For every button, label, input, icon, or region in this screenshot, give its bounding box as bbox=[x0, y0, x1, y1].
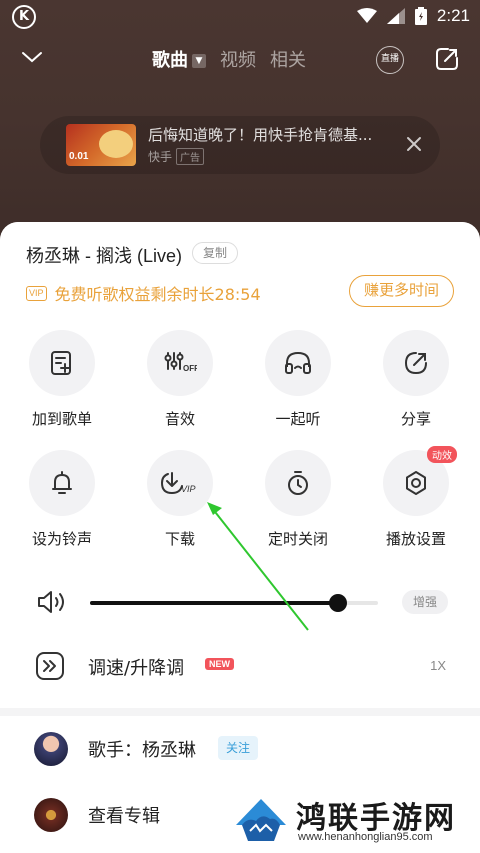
settings-icon bbox=[406, 471, 426, 495]
tab-dropdown-icon[interactable]: ▼ bbox=[192, 54, 206, 68]
singer-label: 歌手：杨丞琳 bbox=[88, 740, 196, 761]
song-options-sheet: 杨丞琳 - 搁浅 (Live) 复制 VIP 免费听歌权益剩余时长28:54 赚… bbox=[0, 222, 480, 853]
action-listen-together[interactable]: 一起听 bbox=[248, 330, 348, 429]
sheet-top-panel: 杨丞琳 - 搁浅 (Live) 复制 VIP 免费听歌权益剩余时长28:54 赚… bbox=[0, 222, 480, 708]
app-notification-icon: K bbox=[12, 5, 36, 29]
volume-slider[interactable] bbox=[90, 594, 378, 612]
speaker-icon bbox=[38, 591, 64, 613]
status-bar: K 2:21 bbox=[0, 0, 480, 34]
player-top-bar: 歌曲 ▼ 视频 相关 直播 bbox=[0, 40, 480, 78]
action-label: 音效 bbox=[164, 410, 195, 428]
listen-together-icon bbox=[285, 351, 311, 374]
tab-related[interactable]: 相关 bbox=[270, 46, 306, 72]
tab-song[interactable]: 歌曲 ▼ bbox=[152, 46, 206, 72]
action-playback-settings[interactable]: 动效 播放设置 bbox=[366, 446, 466, 549]
vip-remaining-text: 免费听歌权益剩余时长28:54 bbox=[54, 285, 261, 304]
volume-knob[interactable] bbox=[328, 594, 347, 612]
action-add-to-playlist[interactable]: 加到歌单 bbox=[12, 330, 112, 429]
svg-text:OFF: OFF bbox=[183, 364, 197, 373]
earn-more-time-button[interactable]: 赚更多时间 bbox=[348, 275, 454, 307]
ad-text: 后悔知道晚了！用快手抢肯德基... bbox=[148, 126, 373, 144]
ad-tag: 广告 bbox=[176, 148, 205, 165]
svg-text:VIP: VIP bbox=[181, 484, 196, 494]
action-label: 设为铃声 bbox=[31, 530, 92, 548]
volume-fill bbox=[90, 601, 338, 605]
timer-icon bbox=[288, 471, 308, 495]
vip-benefit-row: VIP 免费听歌权益剩余时长28:54 bbox=[26, 281, 261, 305]
share-icon bbox=[404, 352, 427, 375]
speed-icon bbox=[36, 652, 64, 680]
dynamic-effect-badge: 动效 bbox=[427, 446, 457, 463]
vip-download-icon: VIP bbox=[160, 472, 196, 495]
copy-button[interactable]: 复制 bbox=[192, 242, 239, 264]
action-label: 定时关闭 bbox=[267, 530, 328, 548]
ad-source: 快手 广告 bbox=[148, 148, 205, 165]
live-button[interactable]: 直播 bbox=[376, 46, 404, 74]
enhance-button[interactable]: 增强 bbox=[402, 590, 449, 614]
collapse-chevron-icon[interactable] bbox=[20, 48, 44, 66]
action-label: 一起听 bbox=[275, 410, 321, 428]
vip-badge: VIP bbox=[26, 285, 47, 301]
ad-food-image bbox=[99, 130, 133, 158]
ad-banner[interactable]: 0.01 后悔知道晚了！用快手抢肯德基... 快手 广告 bbox=[40, 116, 440, 174]
song-title: 杨丞琳 - 搁浅 (Live) bbox=[26, 246, 183, 266]
follow-button[interactable]: 关注 bbox=[218, 736, 259, 760]
battery-icon bbox=[414, 7, 427, 25]
add-to-playlist-icon bbox=[51, 351, 71, 375]
action-sound-effects[interactable]: OFF 音效 bbox=[130, 330, 230, 429]
signal-icon bbox=[386, 8, 405, 24]
ad-thumbnail: 0.01 bbox=[66, 124, 136, 166]
action-label: 分享 bbox=[400, 410, 431, 428]
player-tabs: 歌曲 ▼ 视频 相关 bbox=[152, 46, 306, 72]
bell-icon bbox=[52, 471, 72, 494]
sound-effects-icon: OFF bbox=[164, 352, 197, 373]
new-badge: NEW bbox=[205, 658, 234, 670]
album-cover bbox=[34, 798, 68, 832]
action-label: 下载 bbox=[164, 530, 195, 548]
status-time: 2:21 bbox=[436, 6, 470, 25]
action-label: 播放设置 bbox=[385, 530, 446, 548]
tab-video[interactable]: 视频 bbox=[220, 46, 256, 72]
album-label: 查看专辑 bbox=[88, 806, 160, 827]
watermark: 鸿联手游网 www.henanhonglian95.com bbox=[226, 791, 480, 853]
close-icon[interactable] bbox=[404, 134, 424, 154]
speed-pitch-label: 调速/升降调 bbox=[88, 658, 185, 679]
action-download[interactable]: VIP 下载 bbox=[130, 450, 230, 549]
ad-price: 0.01 bbox=[69, 151, 89, 162]
action-set-ringtone[interactable]: 设为铃声 bbox=[12, 450, 112, 549]
action-timer-close[interactable]: 定时关闭 bbox=[248, 450, 348, 549]
volume-row: 增强 bbox=[0, 584, 480, 620]
speed-pitch-row[interactable]: 调速/升降调 NEW 1X bbox=[0, 648, 480, 684]
speed-value: 1X bbox=[430, 658, 446, 673]
action-share[interactable]: 分享 bbox=[366, 330, 466, 429]
watermark-url: www.henanhonglian95.com bbox=[298, 831, 433, 843]
singer-row[interactable]: 歌手：杨丞琳 关注 bbox=[0, 728, 480, 772]
avatar bbox=[34, 732, 68, 766]
share-icon[interactable] bbox=[434, 46, 460, 72]
action-label: 加到歌单 bbox=[31, 410, 92, 428]
watermark-logo-icon bbox=[236, 799, 286, 841]
status-icons: 2:21 bbox=[356, 6, 470, 26]
wifi-icon bbox=[356, 8, 377, 23]
